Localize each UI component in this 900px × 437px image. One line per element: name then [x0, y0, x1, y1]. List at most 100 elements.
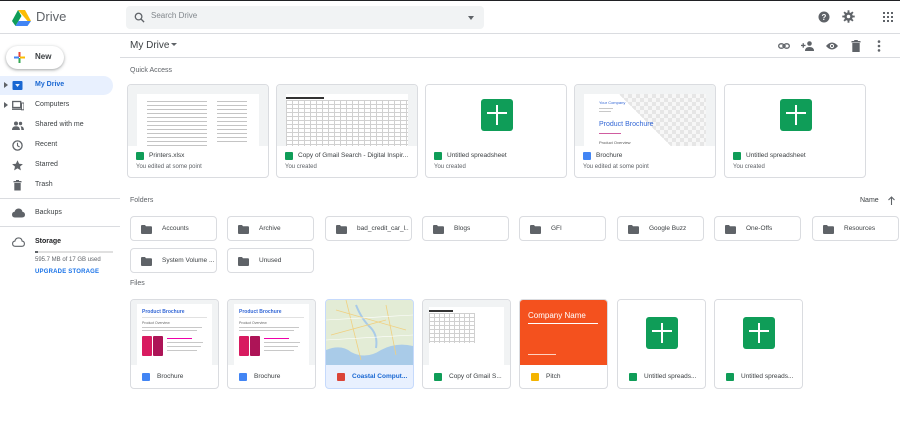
sidebar-item-label: Computers: [35, 101, 70, 108]
spreadsheet-preview: [286, 94, 408, 146]
expand-arrow-icon[interactable]: [4, 102, 8, 108]
search-input[interactable]: Search Drive: [151, 11, 197, 20]
storage-progress-bar: [35, 251, 113, 253]
folder-icon: [141, 257, 152, 266]
help-icon[interactable]: ?: [818, 11, 830, 23]
sidebar-item-backups[interactable]: Backups: [0, 204, 113, 223]
settings-gear-icon[interactable]: [842, 10, 855, 23]
sidebar-item-recent[interactable]: Recent: [0, 136, 113, 155]
quick-access-card[interactable]: Untitled spreadsheet You created: [425, 84, 567, 178]
file-activity: You edited at some point: [136, 164, 202, 170]
sort-by-name-button[interactable]: Name: [860, 197, 879, 204]
file-name: Pitch: [546, 373, 561, 380]
preview-eye-icon[interactable]: [826, 41, 838, 51]
folder-chip[interactable]: Archive: [227, 216, 314, 241]
docs-file-icon: [142, 373, 150, 381]
sheets-file-icon: [136, 152, 144, 160]
sidebar-item-computers[interactable]: Computers: [0, 96, 113, 115]
upgrade-storage-link[interactable]: UPGRADE STORAGE: [35, 269, 99, 275]
sort-direction-arrow-icon[interactable]: [888, 196, 895, 205]
file-thumbnail: [426, 85, 566, 146]
new-button[interactable]: New: [6, 46, 64, 69]
apps-grid-icon[interactable]: [883, 12, 893, 22]
file-card[interactable]: Coastal Comput...: [325, 299, 414, 389]
file-thumbnail: [277, 85, 417, 146]
breadcrumb-dropdown-icon[interactable]: [171, 43, 177, 46]
folder-icon: [725, 225, 736, 234]
spreadsheet-preview: [137, 94, 259, 146]
folder-chip[interactable]: Accounts: [130, 216, 217, 241]
share-person-add-icon[interactable]: [801, 40, 814, 52]
file-card[interactable]: Company Name Pitch: [519, 299, 608, 389]
folder-chip[interactable]: Resources: [812, 216, 899, 241]
delete-trash-icon[interactable]: [851, 40, 861, 52]
preview-section: Product Overview: [599, 140, 631, 145]
folder-name: Accounts: [162, 225, 189, 232]
preview-section: Product Overview: [239, 321, 267, 325]
sheets-large-icon: [743, 317, 775, 349]
plus-icon: [14, 52, 25, 63]
file-card[interactable]: Untitled spreads...: [714, 299, 803, 389]
quick-access-card[interactable]: Copy of Gmail Search - Digital Inspir...…: [276, 84, 418, 178]
search-bar[interactable]: Search Drive: [126, 6, 484, 29]
map-thumbnail: [326, 300, 413, 365]
preview-title: Product Brochure: [142, 309, 185, 315]
svg-text:?: ?: [822, 13, 827, 22]
breadcrumb-my-drive[interactable]: My Drive: [130, 40, 169, 51]
quick-access-card[interactable]: Printers.xlsx You edited at some point: [127, 84, 269, 178]
cloud-outline-icon: [12, 237, 25, 247]
slides-thumbnail: Company Name: [520, 300, 607, 365]
file-name: Brochure: [157, 373, 184, 380]
search-icon[interactable]: [134, 12, 145, 23]
my-maps-file-icon: [337, 373, 345, 381]
folder-name: Archive: [259, 225, 281, 232]
folder-icon: [238, 225, 249, 234]
folder-chip[interactable]: One-Offs: [714, 216, 801, 241]
sheets-file-icon: [434, 373, 442, 381]
folder-name: System Volume ...: [162, 257, 214, 264]
folder-chip[interactable]: Google Buzz: [617, 216, 704, 241]
folder-chip[interactable]: GFI: [519, 216, 606, 241]
drive-logo-icon[interactable]: [12, 10, 31, 26]
folder-chip[interactable]: bad_credit_car_l...: [325, 216, 412, 241]
folder-chip[interactable]: Unused: [227, 248, 314, 273]
sheets-large-icon: [780, 99, 812, 131]
search-options-icon[interactable]: [468, 16, 474, 20]
clock-icon: [12, 140, 23, 151]
quick-access-card[interactable]: Your Company Product Brochure Product Ov…: [574, 84, 716, 178]
folder-chip[interactable]: Blogs: [422, 216, 509, 241]
folder-icon: [336, 225, 347, 234]
sheets-file-icon: [629, 373, 637, 381]
computers-icon: [12, 100, 24, 111]
file-card[interactable]: Product Brochure Product Overview Brochu…: [130, 299, 219, 389]
folder-icon: [628, 225, 639, 234]
shared-icon: [12, 120, 24, 131]
file-card[interactable]: Untitled spreads...: [617, 299, 706, 389]
folder-name: Google Buzz: [649, 225, 687, 232]
slides-file-icon: [531, 373, 539, 381]
sidebar-item-my-drive[interactable]: My Drive: [0, 76, 113, 95]
sidebar-item-shared-with-me[interactable]: Shared with me: [0, 116, 113, 135]
expand-arrow-icon[interactable]: [4, 82, 8, 88]
file-name: Copy of Gmail S...: [449, 373, 502, 380]
app-title[interactable]: Drive: [36, 9, 66, 24]
folder-name: bad_credit_car_l...: [357, 225, 409, 232]
file-thumbnail: [618, 300, 705, 365]
more-options-icon[interactable]: [877, 40, 881, 52]
folder-name: One-Offs: [746, 225, 773, 232]
file-thumbnail: Your Company Product Brochure Product Ov…: [575, 85, 715, 146]
sidebar-item-storage[interactable]: Storage: [0, 233, 113, 252]
cloud-icon: [12, 208, 25, 218]
folder-icon: [530, 225, 541, 234]
sidebar-item-starred[interactable]: Starred: [0, 156, 113, 175]
file-card[interactable]: Copy of Gmail S...: [422, 299, 511, 389]
sidebar-item-label: Shared with me: [35, 121, 84, 128]
quick-access-card[interactable]: Untitled spreadsheet You created: [724, 84, 866, 178]
sidebar-item-trash[interactable]: Trash: [0, 176, 113, 195]
get-link-icon[interactable]: [778, 40, 790, 52]
folder-chip[interactable]: System Volume ...: [130, 248, 217, 273]
file-card[interactable]: Product Brochure Product Overview Brochu…: [227, 299, 316, 389]
sidebar-divider: [0, 226, 120, 227]
file-activity: You created: [285, 164, 317, 170]
folder-name: Blogs: [454, 225, 471, 232]
